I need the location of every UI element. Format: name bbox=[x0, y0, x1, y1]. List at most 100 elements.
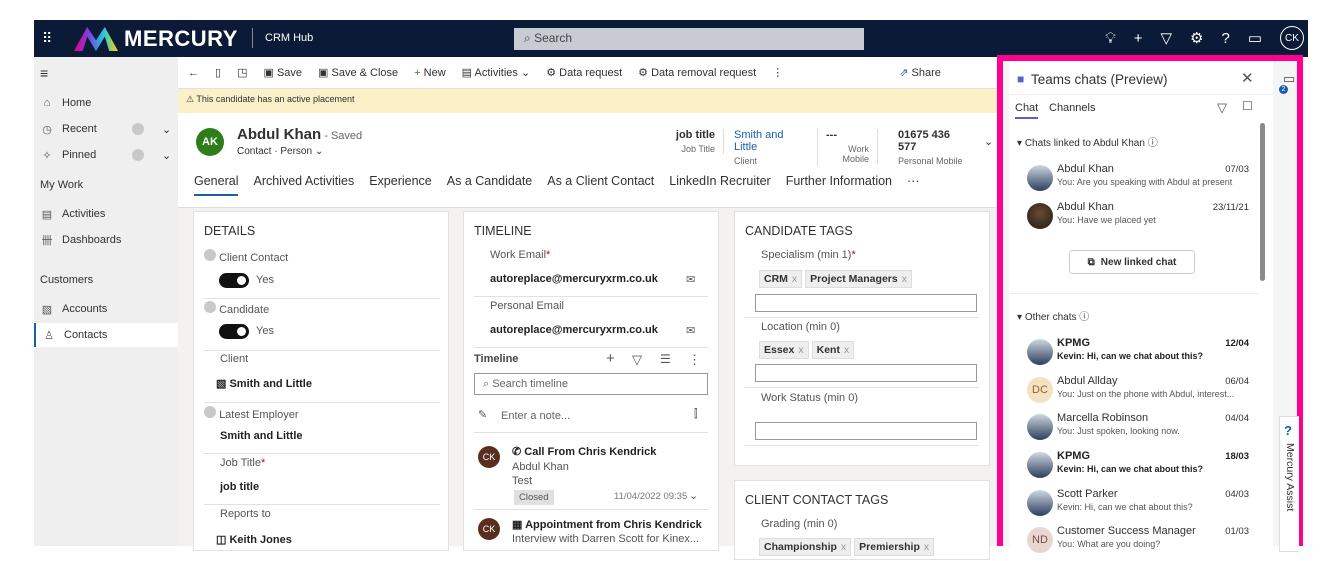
lightbulb-icon[interactable]: 💡︎ bbox=[1105, 30, 1116, 47]
mercury-assist-tab[interactable]: ? Mercury Assist bbox=[1279, 416, 1299, 552]
filter-icon[interactable]: ▽ bbox=[1217, 100, 1227, 116]
tab-channels[interactable]: Channels bbox=[1049, 102, 1095, 114]
remove-tag-icon[interactable]: x bbox=[792, 273, 797, 285]
attachment-icon[interactable]: ⫿ bbox=[694, 408, 698, 421]
client-value: Smith and Little bbox=[229, 378, 312, 390]
work-email-value[interactable]: autoreplace@mercuryxrm.co.uk bbox=[490, 273, 658, 285]
summary-client[interactable]: Smith and Little Client bbox=[734, 129, 818, 166]
save-close-button[interactable]: ▣ Save & Close bbox=[318, 66, 398, 79]
search-input[interactable]: ⌕ Search bbox=[514, 28, 864, 50]
reports-to-link[interactable]: ◫ Keith Jones bbox=[216, 533, 292, 546]
tab-further-information[interactable]: Further Information bbox=[786, 174, 892, 196]
remove-tag-icon[interactable]: x bbox=[924, 541, 929, 553]
chat-item[interactable]: KPMG 18/03 Kevin: Hi, can we chat about th… bbox=[1027, 450, 1249, 486]
chat-item[interactable]: KPMG 12/04 Kevin: Hi, can we chat about th… bbox=[1027, 337, 1249, 373]
record-type[interactable]: Contact · Person ⌄ bbox=[237, 146, 323, 157]
chat-item[interactable]: DC Abdul Allday 06/04 You: Just on the phon… bbox=[1027, 375, 1249, 411]
tab-general[interactable]: General bbox=[194, 174, 239, 196]
send-email-icon[interactable]: ✉ bbox=[686, 273, 695, 286]
chat-item[interactable]: Abdul Khan 23/11/21 You: Have we placed ye… bbox=[1027, 201, 1249, 237]
more-icon[interactable]: ⋮ bbox=[772, 66, 783, 79]
chevron-down-icon[interactable]: ⌄ bbox=[689, 489, 698, 502]
grading-label: Grading (min 0) bbox=[761, 518, 838, 530]
note-input[interactable]: Enter a note... bbox=[501, 410, 570, 422]
chat-item[interactable]: Abdul Khan 07/03 You: Are you speaking wit… bbox=[1027, 163, 1249, 199]
chat-item[interactable]: Scott Parker 04/03 Kevin: Hi, can we chat … bbox=[1027, 488, 1249, 524]
form-icon[interactable]: ▯ bbox=[215, 66, 221, 79]
hamburger-icon[interactable]: ≡ bbox=[40, 65, 48, 81]
summary-label: Personal Mobile bbox=[898, 156, 963, 166]
plus-icon[interactable]: + bbox=[1134, 30, 1143, 47]
remove-tag-icon[interactable]: x bbox=[902, 273, 907, 285]
timeline-search-input[interactable]: ⌕ Search timeline bbox=[474, 373, 708, 395]
personal-email-value[interactable]: autoreplace@mercuryxrm.co.uk bbox=[490, 324, 658, 336]
entry-title: ✆ Call From Chris Kendrick bbox=[512, 445, 656, 458]
send-email-icon[interactable]: ✉ bbox=[686, 324, 695, 337]
tab-more[interactable]: ··· bbox=[907, 174, 920, 196]
compose-icon[interactable]: ☐ bbox=[1242, 99, 1253, 113]
chat-scrollbar[interactable] bbox=[1260, 123, 1265, 281]
tag: CRM x bbox=[759, 270, 803, 288]
user-avatar[interactable]: CK bbox=[1280, 26, 1304, 50]
remove-tag-icon[interactable]: x bbox=[844, 344, 849, 356]
data-request-button[interactable]: ⚙ Data request bbox=[546, 66, 622, 79]
client-contact-toggle[interactable] bbox=[219, 273, 249, 288]
chat-item[interactable]: ND Customer Success Manager 01/03 You: What… bbox=[1027, 525, 1249, 561]
sidebar-item-dashboards[interactable]: 卌 Dashboards bbox=[34, 228, 178, 252]
client-link[interactable]: ▧ Smith and Little bbox=[216, 377, 312, 390]
timeline-entry[interactable]: CK ✆ Call From Chris Kendrick Abdul Khan… bbox=[464, 437, 720, 507]
sort-icon[interactable]: ☰ bbox=[660, 352, 671, 366]
teams-title: Teams chats (Preview) bbox=[1031, 72, 1168, 87]
work-status-input[interactable] bbox=[755, 422, 977, 440]
sidebar-item-pinned[interactable]: ✧ Pinned ⌄ bbox=[34, 143, 178, 167]
chat-icon[interactable]: ▭ bbox=[1248, 29, 1262, 47]
candidate-toggle[interactable] bbox=[219, 324, 249, 339]
chat-item[interactable]: Marcella Robinson 04/04 You: Just spoken, … bbox=[1027, 412, 1249, 448]
sidebar-item-home[interactable]: ⌂ Home bbox=[34, 91, 178, 115]
gear-icon[interactable]: ⚙ bbox=[1190, 29, 1203, 47]
remove-tag-icon[interactable]: x bbox=[798, 344, 803, 356]
specialism-input[interactable] bbox=[755, 294, 977, 312]
timeline-entry[interactable]: CK ▦ Appointment from Chris Kendrick Int… bbox=[464, 512, 720, 552]
popout-icon[interactable]: ◳ bbox=[237, 66, 247, 79]
sidebar-item-label: Contacts bbox=[64, 329, 108, 341]
avatar bbox=[1027, 165, 1053, 191]
tab-as-a-candidate[interactable]: As a Candidate bbox=[447, 174, 532, 196]
linked-chats-header[interactable]: ▾ Chats linked to Abdul Khan ⓘ bbox=[1017, 134, 1158, 149]
filter-icon[interactable]: ▽ bbox=[1160, 29, 1172, 47]
building-icon: ▧ bbox=[41, 303, 53, 316]
back-icon[interactable]: ← bbox=[188, 67, 199, 79]
sidebar-item-recent[interactable]: ◷ Recent ⌄ bbox=[34, 117, 178, 141]
other-chats-header[interactable]: ▾ Other chats ⓘ bbox=[1017, 308, 1089, 323]
sidebar-item-activities[interactable]: ▤ Activities bbox=[34, 202, 178, 226]
chevron-down-icon[interactable]: ⌄ bbox=[162, 149, 171, 162]
job-title-value[interactable]: job title bbox=[220, 481, 259, 493]
share-button[interactable]: ⇗ Share bbox=[899, 66, 941, 79]
chevron-down-icon[interactable]: ⌄ bbox=[984, 135, 993, 148]
sidebar-item-accounts[interactable]: ▧ Accounts bbox=[34, 297, 178, 321]
add-icon[interactable]: + bbox=[606, 350, 615, 367]
new-linked-chat-button[interactable]: ⧉ New linked chat bbox=[1069, 250, 1195, 274]
info-icon: ⓘ bbox=[1147, 138, 1158, 149]
chevron-down-icon[interactable]: ⌄ bbox=[162, 123, 171, 136]
help-icon[interactable]: ? bbox=[1221, 30, 1229, 47]
location-input[interactable] bbox=[755, 364, 977, 382]
filter-icon[interactable]: ▽ bbox=[632, 352, 642, 368]
save-button[interactable]: ▣ Save bbox=[263, 66, 302, 79]
tab-experience[interactable]: Experience bbox=[369, 174, 432, 196]
teams-chats-panel: ■ Teams chats (Preview) ✕ Chat Channels … bbox=[997, 55, 1303, 553]
close-icon[interactable]: ✕ bbox=[1241, 69, 1254, 87]
more-icon[interactable]: ⋮ bbox=[688, 352, 701, 368]
tab-chat[interactable]: Chat bbox=[1015, 102, 1039, 119]
remove-tag-icon[interactable]: x bbox=[841, 541, 846, 553]
latest-employer-value[interactable]: Smith and Little bbox=[220, 430, 303, 442]
data-removal-button[interactable]: ⚙ Data removal request bbox=[638, 66, 756, 79]
tab-archived-activities[interactable]: Archived Activities bbox=[253, 174, 354, 196]
tab-as-a-client-contact[interactable]: As a Client Contact bbox=[547, 174, 654, 196]
new-button[interactable]: + New bbox=[414, 67, 446, 79]
activities-button[interactable]: ▤ Activities ⌄ bbox=[462, 66, 531, 79]
sidebar-item-contacts[interactable]: ♙ Contacts bbox=[34, 323, 178, 347]
app-name[interactable]: CRM Hub bbox=[252, 28, 313, 48]
app-launcher-icon[interactable]: ⠿ bbox=[42, 30, 52, 47]
tab-linkedin-recruiter[interactable]: LinkedIn Recruiter bbox=[669, 174, 770, 196]
